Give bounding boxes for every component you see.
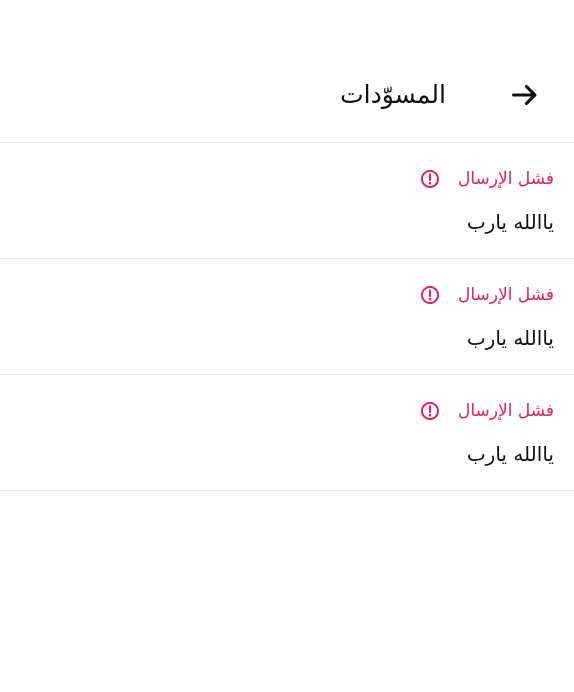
draft-text: ياالله يارب [466,210,554,234]
page-title: المسوّدات [340,80,446,109]
draft-status-row: فشل الإرسال [420,283,554,307]
draft-item[interactable]: فشل الإرسال ياالله يارب [0,143,574,259]
draft-text: ياالله يارب [466,442,554,466]
draft-item[interactable]: فشل الإرسال ياالله يارب [0,259,574,375]
draft-item[interactable]: فشل الإرسال ياالله يارب [0,375,574,491]
back-button[interactable] [506,76,544,114]
alert-circle-icon [420,401,440,421]
alert-circle-icon [420,285,440,305]
drafts-list: فشل الإرسال ياالله يارب فشل الإرسال ياال… [0,143,574,491]
draft-status-row: فشل الإرسال [420,399,554,423]
send-failed-label: فشل الإرسال [458,169,554,189]
send-failed-label: فشل الإرسال [458,285,554,305]
header: المسوّدات [0,0,574,143]
draft-text: ياالله يارب [466,326,554,350]
drafts-page: المسوّدات فشل الإرسال ياالله يارب فشل ال… [0,0,574,692]
draft-status-row: فشل الإرسال [420,167,554,191]
arrow-right-icon [512,84,537,106]
send-failed-label: فشل الإرسال [458,401,554,421]
alert-circle-icon [420,169,440,189]
